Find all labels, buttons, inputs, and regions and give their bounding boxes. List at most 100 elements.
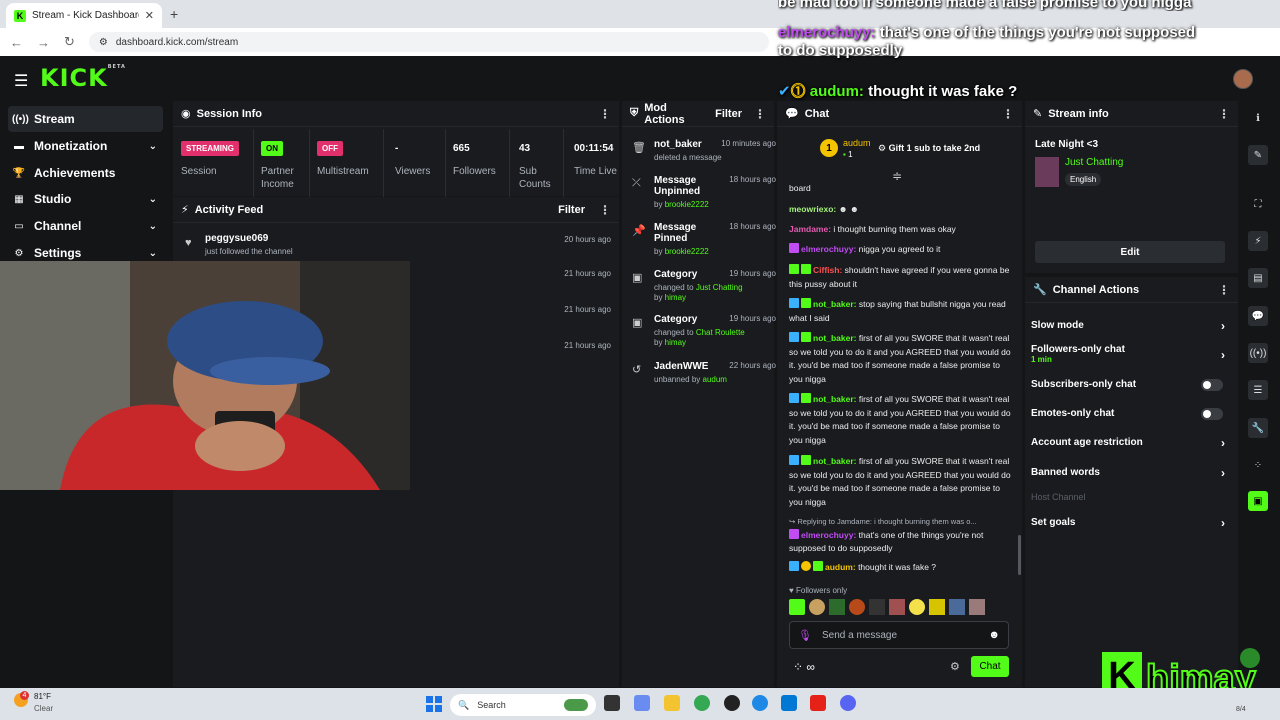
- chat-username[interactable]: not_baker:: [813, 456, 856, 466]
- mod-action-user[interactable]: himay: [665, 293, 686, 302]
- expand-icon[interactable]: ≑: [892, 169, 902, 183]
- banned-words-row[interactable]: Banned words ›: [1031, 466, 1225, 480]
- mod-action-desc: changed to: [654, 283, 694, 292]
- youtube-icon[interactable]: [810, 695, 826, 711]
- emote-icon[interactable]: [809, 599, 825, 615]
- edge-icon[interactable]: [752, 695, 768, 711]
- chat-username[interactable]: elmerochuyy:: [801, 530, 856, 540]
- copilot-icon[interactable]: [634, 695, 650, 711]
- pencil-icon[interactable]: ✎: [1248, 145, 1268, 165]
- emote-icon[interactable]: [789, 599, 805, 615]
- info-icon[interactable]: ℹ: [1248, 108, 1268, 128]
- chat-username[interactable]: Ciffish:: [813, 265, 842, 275]
- task-view-icon[interactable]: [604, 695, 620, 711]
- back-icon[interactable]: ←: [10, 35, 23, 50]
- emote-icon[interactable]: [929, 599, 945, 615]
- sidebar-item-stream[interactable]: ((•)) Stream: [8, 106, 163, 132]
- emote-icon[interactable]: [889, 599, 905, 615]
- site-info-icon[interactable]: ⚙: [99, 37, 108, 48]
- followers-only-row[interactable]: Followers-only chat 1 min ›: [1031, 344, 1225, 364]
- chat-username[interactable]: audum:: [825, 562, 856, 572]
- emote-icon[interactable]: [849, 599, 865, 615]
- layers-icon[interactable]: ▤: [1248, 268, 1268, 288]
- chat-username[interactable]: not_baker:: [813, 394, 856, 404]
- kick-logo[interactable]: KICKBETA: [40, 64, 126, 92]
- chat-settings-icon[interactable]: ⚙: [950, 660, 960, 673]
- pinned-user[interactable]: audum: [843, 138, 871, 148]
- lightning-icon[interactable]: ⚡: [1248, 231, 1268, 251]
- emote-icon[interactable]: [969, 599, 985, 615]
- file-explorer-icon[interactable]: [664, 695, 680, 711]
- filter-button[interactable]: Filter: [558, 204, 585, 216]
- chat-icon[interactable]: 💬: [1248, 306, 1268, 326]
- more-options-icon[interactable]: ⋮: [599, 203, 611, 217]
- subscribers-only-toggle[interactable]: [1201, 378, 1223, 391]
- emote-icon[interactable]: [869, 599, 885, 615]
- stream-category[interactable]: Just Chatting: [1065, 157, 1123, 168]
- address-bar[interactable]: ⚙ dashboard.kick.com/stream: [88, 32, 769, 52]
- emote-icon[interactable]: [829, 599, 845, 615]
- activity-user[interactable]: peggysue069: [205, 233, 268, 244]
- app-icon[interactable]: ▣: [1248, 491, 1268, 511]
- mod-action-title[interactable]: JadenWWE: [654, 361, 724, 372]
- more-options-icon[interactable]: ⋮: [1218, 283, 1230, 297]
- menu-icon[interactable]: ☰: [14, 71, 28, 91]
- set-goals-row[interactable]: Set goals ›: [1031, 516, 1225, 530]
- mod-action-user[interactable]: audum: [703, 375, 727, 384]
- emotes-only-toggle[interactable]: [1201, 407, 1223, 420]
- chat-tools-icon[interactable]: ⁘ ∞: [793, 660, 815, 674]
- microphone-icon[interactable]: 🎙: [798, 629, 812, 642]
- emote-icon[interactable]: [909, 599, 925, 615]
- fullscreen-icon[interactable]: ⛶: [1248, 194, 1268, 214]
- sliders-icon[interactable]: ☰: [1248, 380, 1268, 400]
- filter-button[interactable]: Filter: [715, 108, 742, 120]
- chat-scrollbar[interactable]: [1018, 535, 1021, 575]
- windows-start-icon[interactable]: [426, 696, 442, 712]
- account-age-row[interactable]: Account age restriction ›: [1031, 436, 1225, 450]
- mod-action-user[interactable]: himay: [665, 338, 686, 347]
- sidebar-item-studio[interactable]: ▦ Studio ⌄: [8, 186, 163, 212]
- mod-action-title[interactable]: not_baker: [654, 139, 724, 150]
- mod-action-user[interactable]: brookie2222: [665, 247, 709, 256]
- reload-icon[interactable]: ↻: [64, 34, 75, 50]
- more-options-icon[interactable]: ⋮: [599, 107, 611, 121]
- wrench-icon[interactable]: 🔧: [1248, 418, 1268, 438]
- forward-icon[interactable]: →: [37, 35, 50, 50]
- more-options-icon[interactable]: ⋮: [754, 107, 766, 121]
- chat-icon: 💬: [785, 108, 799, 120]
- user-avatar[interactable]: [1233, 69, 1253, 89]
- send-chat-button[interactable]: Chat: [971, 656, 1009, 677]
- overlay-text-2: thought it was fake ?: [868, 83, 1018, 100]
- more-options-icon[interactable]: ⋮: [1002, 107, 1014, 121]
- taskbar-search[interactable]: 🔍 Search: [450, 694, 596, 716]
- edit-button[interactable]: Edit: [1035, 241, 1225, 263]
- broadcast-icon[interactable]: ((•)): [1248, 343, 1268, 363]
- store-icon[interactable]: [781, 695, 797, 711]
- sidebar-item-channel[interactable]: ▭ Channel ⌄: [8, 213, 163, 239]
- slow-mode-row[interactable]: Slow mode ›: [1031, 319, 1225, 333]
- mod-action-category[interactable]: Just Chatting: [696, 283, 743, 292]
- sidebar-item-achievements[interactable]: 🏆 Achievements: [8, 160, 163, 186]
- chat-username[interactable]: elmerochuyy:: [801, 244, 856, 254]
- mod-action-category[interactable]: Chat Roulette: [696, 328, 745, 337]
- more-options-icon[interactable]: ⋮: [1218, 107, 1230, 121]
- browser-tab[interactable]: K Stream - Kick Dashboard ✕: [6, 3, 162, 28]
- gift-sub-text[interactable]: ⚙ Gift 1 sub to take 2nd: [878, 143, 980, 154]
- mod-action-user[interactable]: brookie2222: [665, 200, 709, 209]
- trophy-icon: 🏆: [12, 167, 26, 179]
- share-icon[interactable]: ⁘: [1248, 455, 1268, 475]
- chat-username[interactable]: Jamdame:: [789, 224, 831, 234]
- emoji-icon[interactable]: ☻: [988, 629, 1000, 641]
- chat-username[interactable]: meowriexo:: [789, 204, 836, 214]
- sidebar-item-monetization[interactable]: ▬ Monetization ⌄: [8, 133, 163, 159]
- chat-username[interactable]: not_baker:: [813, 333, 856, 343]
- chat-username[interactable]: not_baker:: [813, 299, 856, 309]
- reply-context[interactable]: ↪ Replying to Jamdame: i thought burning…: [789, 515, 1011, 529]
- new-tab-icon[interactable]: +: [170, 6, 178, 22]
- chat-input[interactable]: 🎙 Send a message ☻: [789, 621, 1009, 649]
- emote-icon[interactable]: [949, 599, 965, 615]
- discord-icon[interactable]: [840, 695, 856, 711]
- obs-icon[interactable]: [724, 695, 740, 711]
- close-tab-icon[interactable]: ✕: [145, 9, 154, 22]
- chrome-icon[interactable]: [694, 695, 710, 711]
